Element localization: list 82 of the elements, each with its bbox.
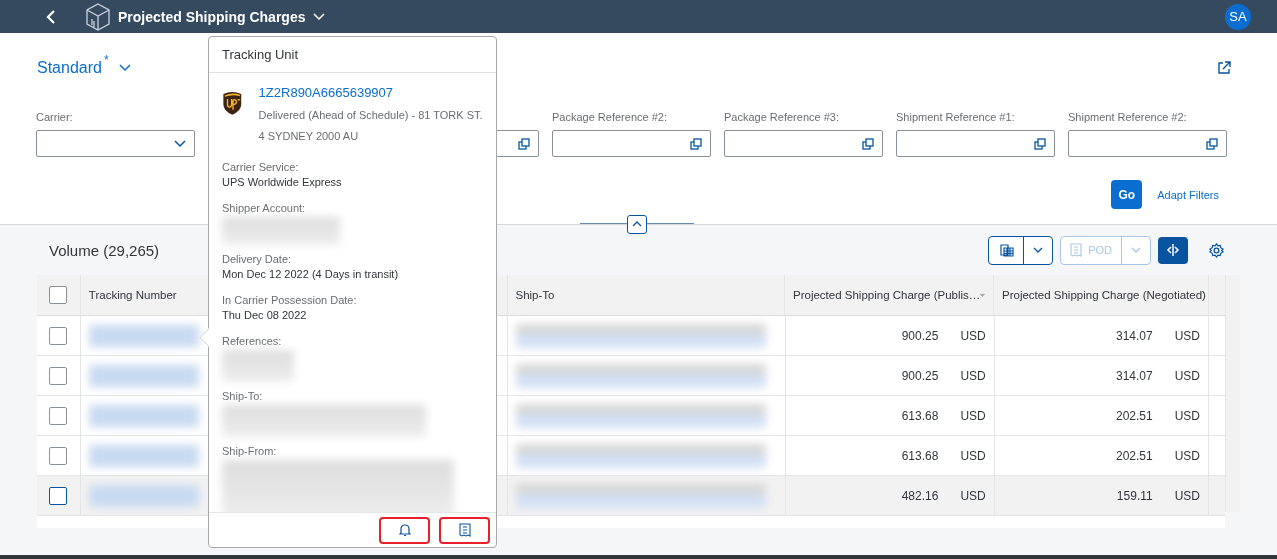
filter-field[interactable] [1068,130,1227,157]
amount-cell: 314.07 [1115,328,1153,343]
settings-icon[interactable] [1209,242,1224,258]
filter-label: Shipment Reference #2: [1068,111,1188,124]
row-checkbox[interactable] [49,366,68,385]
currency-cell: USD [1174,488,1200,503]
column-header[interactable]: Projected Shipping Charge (Publis… [793,289,981,301]
value-help-icon[interactable] [862,137,874,150]
spreadsheet-icon [998,242,1015,258]
notification-button[interactable] [379,516,430,544]
receipt-icon [1070,242,1083,258]
column-header[interactable]: Projected Shipping Charge (Negotiated) [1002,289,1206,301]
filter-field[interactable] [552,130,711,157]
currency-cell: USD [1174,328,1200,343]
field-value: Mon Dec 12 2022 (4 Days in transit) [222,268,400,280]
amount-cell: 900.25 [901,328,939,343]
delivery-status: Delivered (Ahead of Schedule) - 81 TORK ST. 4 SYDNEY 2000 AU [258,108,483,144]
currency-cell: USD [960,408,986,423]
row-checkbox[interactable] [49,326,68,345]
table-title: Volume (29,265) [49,241,160,259]
currency-cell: USD [1174,408,1200,423]
filter-field[interactable] [724,130,883,157]
user-avatar[interactable]: SA [1225,3,1251,30]
amount-cell: 202.51 [1115,408,1153,423]
currency-cell: USD [960,448,986,463]
chevron-down-icon [313,12,326,21]
adapt-filters-link[interactable]: Adapt Filters [1157,188,1219,201]
field-label: Delivery Date: [222,253,293,265]
field-label: In Carrier Possession Date: [222,294,358,306]
tracking-number-link[interactable]: 1Z2R890A6665639907 [258,85,483,100]
currency-cell: USD [1174,448,1200,463]
go-button[interactable]: Go [1111,180,1143,209]
field-label: Ship-From: [222,445,278,457]
currency-cell: USD [960,328,986,343]
field-label: References: [222,335,283,347]
amount-cell: 900.25 [901,368,939,383]
field-value: UPS Worldwide Express [222,176,343,188]
back-icon[interactable] [46,8,56,25]
amount-cell: 613.68 [901,408,939,423]
amount-cell: 613.68 [901,448,939,463]
filter-label: Carrier: [36,111,74,124]
dropdown-icon[interactable] [174,139,186,148]
chevron-down-icon [118,64,131,72]
filter-label: Package Reference #2: [552,111,668,124]
share-icon[interactable] [1217,61,1231,75]
caret-icon[interactable] [1033,247,1044,253]
app-title-menu[interactable]: Projected Shipping Charges [118,8,326,25]
value-help-icon[interactable] [518,137,530,150]
currency-cell: USD [960,368,986,383]
column-header[interactable]: Tracking Number [88,289,177,301]
value-help-icon[interactable] [690,137,702,150]
split-arrows-icon [1166,243,1180,257]
amount-cell: 482.16 [901,488,939,503]
scrollbar-track[interactable] [1225,275,1240,512]
amount-cell: 159.11 [1116,488,1153,503]
value-help-icon[interactable] [1206,137,1218,150]
amount-cell: 202.51 [1115,448,1153,463]
column-header[interactable]: Ship-To [515,289,555,301]
row-checkbox[interactable] [49,486,68,505]
filter-label: Package Reference #3: [724,111,840,124]
currency-cell: USD [960,488,986,503]
currency-cell: USD [1174,368,1200,383]
filter-label: Shipment Reference #1: [896,111,1016,124]
blurred-text [222,350,294,382]
popover-title: Tracking Unit [222,47,299,62]
receipt-icon [458,522,471,538]
filter-field[interactable] [36,130,195,157]
field-label: Carrier Service: [222,161,300,173]
value-help-icon[interactable] [1034,137,1046,150]
collapse-header-button[interactable] [627,214,647,234]
cube-logo-icon [86,2,110,31]
column-split-button[interactable] [1158,236,1188,264]
export-button[interactable] [988,235,1054,265]
row-checkbox[interactable] [49,446,68,465]
select-all-checkbox[interactable] [49,286,68,304]
filter-field[interactable] [896,130,1055,157]
amount-cell: 314.07 [1115,368,1153,383]
row-checkbox[interactable] [49,406,68,425]
field-label: Shipper Account: [222,202,307,214]
bell-icon [398,523,411,537]
chevron-up-icon [632,221,642,227]
receipt-button[interactable] [439,516,490,544]
